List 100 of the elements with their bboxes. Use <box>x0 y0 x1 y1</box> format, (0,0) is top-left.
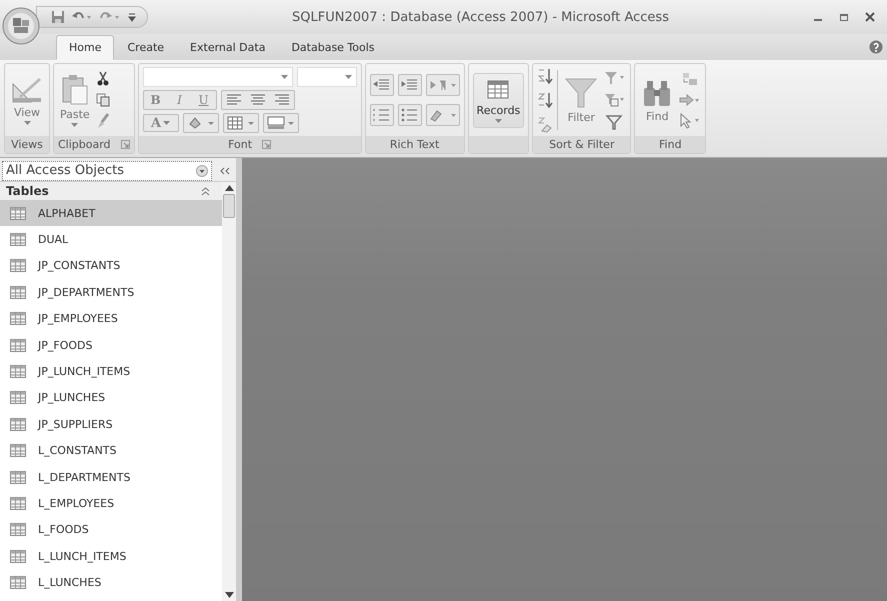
table-name: L_LUNCHES <box>38 576 102 590</box>
restore-icon[interactable] <box>839 12 849 22</box>
row-color-icon[interactable] <box>262 113 299 133</box>
group-label: Font <box>228 138 252 151</box>
table-list-item[interactable]: JP_DEPARTMENTS <box>0 279 222 306</box>
nav-pane-dropdown[interactable]: All Access Objects <box>2 160 212 180</box>
collapse-pane-icon[interactable] <box>219 166 231 176</box>
table-list-item[interactable]: L_CONSTANTS <box>0 438 222 464</box>
filter-button[interactable]: Filter <box>562 76 600 124</box>
table-list-item[interactable]: JP_EMPLOYEES <box>0 306 222 332</box>
bullet-list-icon[interactable] <box>398 104 422 126</box>
table-name: L_LUNCH_ITEMS <box>38 550 126 563</box>
numbered-list-icon[interactable] <box>370 104 394 126</box>
table-icon <box>10 206 26 220</box>
advanced-filter-icon[interactable] <box>604 92 626 108</box>
window-title: SQLFUN2007 : Database (Access 2007) - Microsoft Access <box>291 10 670 24</box>
group-label: Views <box>11 138 43 151</box>
table-name: JP_SUPPLIERS <box>38 418 113 431</box>
highlight-icon[interactable] <box>426 104 460 126</box>
table-icon <box>10 365 26 378</box>
table-name: DUAL <box>38 233 68 246</box>
table-name: JP_EMPLOYEES <box>38 312 118 326</box>
selection-filter-icon[interactable] <box>604 70 626 86</box>
table-icon <box>10 444 26 458</box>
increase-indent-icon[interactable] <box>398 74 422 96</box>
close-icon[interactable] <box>865 12 875 22</box>
table-icon <box>10 496 26 510</box>
table-name: L_DEPARTMENTS <box>38 470 130 484</box>
group-label: Find <box>659 138 682 151</box>
caret-icon <box>344 75 352 79</box>
table-name: JP_LUNCH_ITEMS <box>38 365 130 378</box>
caret-icon <box>280 75 288 79</box>
clipboard-icon <box>60 74 89 106</box>
table-icon <box>485 78 512 102</box>
decrease-indent-icon[interactable] <box>370 74 394 96</box>
caret-icon <box>494 118 502 122</box>
ribbon-tab[interactable]: Home <box>56 35 114 60</box>
caret-icon <box>163 121 170 125</box>
table-list-item[interactable]: JP_FOODS <box>0 332 222 358</box>
table-icon <box>10 312 26 326</box>
scroll-thumb[interactable] <box>223 194 235 218</box>
table-list-item[interactable]: JP_LUNCH_ITEMS <box>0 358 222 385</box>
ruler-icon <box>11 76 43 104</box>
help-icon[interactable] <box>869 40 883 54</box>
table-list-item[interactable]: L_LUNCH_ITEMS <box>0 543 222 570</box>
replace-icon[interactable] <box>681 71 700 87</box>
view-button[interactable]: View <box>9 76 45 124</box>
table-icon <box>10 391 26 404</box>
table-icon <box>10 470 26 484</box>
table-name: JP_CONSTANTS <box>38 259 120 272</box>
paragraph-icon[interactable] <box>426 74 460 96</box>
go-to-icon[interactable] <box>679 93 702 107</box>
sort-ascending-icon[interactable] <box>537 67 554 85</box>
group-header[interactable]: Tables <box>0 182 222 200</box>
scissors-icon[interactable] <box>96 71 110 87</box>
copy-icon[interactable] <box>96 93 110 107</box>
dialog-launcher-icon[interactable] <box>262 140 272 149</box>
clear-sort-icon[interactable] <box>537 115 554 133</box>
scroll-up-icon[interactable] <box>224 185 234 191</box>
table-icon <box>10 233 26 246</box>
scroll-down-icon[interactable] <box>224 592 234 598</box>
table-name: JP_FOODS <box>38 338 92 352</box>
sort-descending-icon[interactable] <box>537 91 554 109</box>
gridlines-icon[interactable] <box>222 113 259 133</box>
group-label: Clipboard <box>58 138 111 151</box>
table-list-item[interactable]: L_LUNCHES <box>0 569 222 596</box>
ribbon-tab[interactable]: Create <box>114 35 178 60</box>
group-label: Rich Text <box>390 138 440 151</box>
table-icon <box>10 523 26 536</box>
save-icon[interactable] <box>51 10 65 24</box>
table-icon <box>10 286 26 299</box>
scroll-bar[interactable] <box>222 182 236 601</box>
dialog-launcher-icon[interactable] <box>120 140 130 149</box>
table-name: JP_LUNCHES <box>38 391 106 404</box>
fill-color-icon[interactable] <box>182 113 219 133</box>
group-footer <box>468 136 528 153</box>
table-list-item[interactable]: ALPHABET <box>0 200 222 226</box>
records-button[interactable]: Records <box>472 72 524 128</box>
ribbon-tab[interactable]: External Data <box>177 35 278 60</box>
table-list-item[interactable]: L_DEPARTMENTS <box>0 464 222 490</box>
group-label: Sort & Filter <box>549 138 614 151</box>
table-icon <box>10 259 26 272</box>
cursor-icon[interactable] <box>679 113 702 129</box>
find-button[interactable]: Find <box>639 78 676 122</box>
ribbon-tab[interactable]: Database Tools <box>278 35 388 60</box>
table-list-item[interactable]: L_EMPLOYEES <box>0 490 222 517</box>
chevron-down-icon <box>196 164 208 176</box>
table-list-item[interactable]: JP_SUPPLIERS <box>0 411 222 438</box>
table-name: L_CONSTANTS <box>38 444 116 458</box>
funnel-icon <box>564 76 598 108</box>
table-name: L_FOODS <box>38 523 89 536</box>
table-list-item[interactable]: L_FOODS <box>0 516 222 544</box>
table-list-item[interactable]: JP_CONSTANTS <box>0 252 222 280</box>
brush-icon[interactable] <box>96 113 110 129</box>
table-list-item[interactable]: DUAL <box>0 226 222 253</box>
table-icon <box>10 418 26 431</box>
paste-button[interactable]: Paste <box>58 74 92 126</box>
table-name: L_EMPLOYEES <box>38 496 114 510</box>
table-list-item[interactable]: JP_LUNCHES <box>0 384 222 412</box>
table-icon <box>10 576 26 590</box>
